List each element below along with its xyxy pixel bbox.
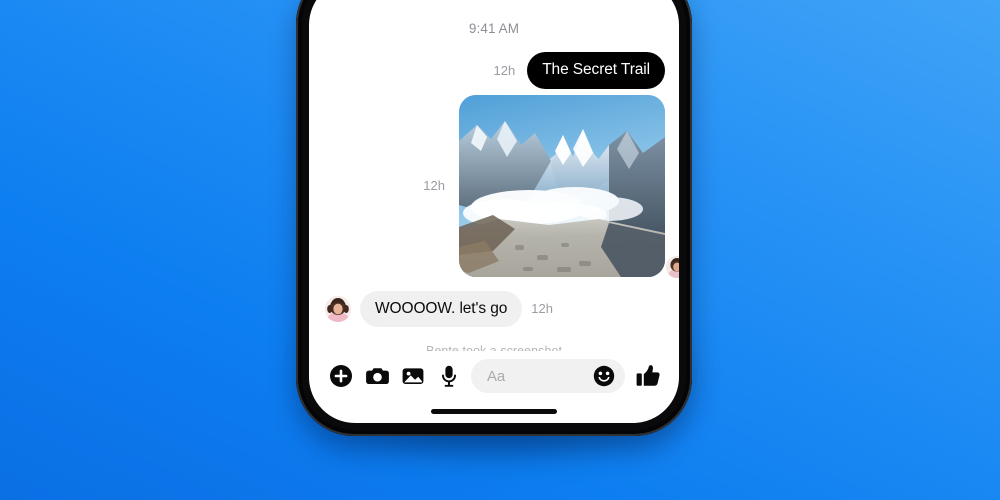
phone-device-frame: 9:41 AM 12h The Secret Trail 12h WOOOOW.… (296, 0, 692, 436)
home-indicator (431, 409, 557, 414)
read-receipt-avatar-icon (666, 256, 679, 278)
message-timestamp: 12h (493, 62, 516, 78)
conversation-thread[interactable]: 9:41 AM 12h The Secret Trail 12h WOOOOW.… (309, 0, 679, 351)
microphone-icon-glyph (442, 365, 456, 387)
message-bubble-outgoing[interactable]: The Secret Trail (527, 52, 665, 89)
gallery-icon-glyph (402, 368, 424, 384)
screenshot-stage: 9:41 AM 12h The Secret Trail 12h WOOOOW.… (0, 0, 1000, 500)
camera-icon-glyph (365, 368, 389, 384)
message-bubble-incoming[interactable]: WOOOOW. let's go (360, 290, 523, 327)
avatar-image-icon (325, 295, 351, 322)
emoji-icon-glyph (593, 365, 615, 387)
message-row-outgoing-photo[interactable]: 12h (323, 94, 665, 277)
message-input-field[interactable]: Aa (471, 359, 625, 393)
sender-avatar[interactable] (325, 295, 351, 322)
message-row-outgoing-text[interactable]: 12h The Secret Trail (323, 52, 665, 89)
conversation-day-stamp: 9:41 AM (468, 21, 520, 36)
message-row-incoming[interactable]: WOOOOW. let's go 12h (323, 290, 665, 327)
incoming-message-timestamp: 12h (531, 301, 553, 317)
microphone-icon[interactable] (431, 358, 467, 394)
add-icon[interactable] (323, 358, 359, 394)
add-icon-glyph (330, 365, 352, 387)
screenshot-notice: Bente took a screenshot (426, 344, 562, 351)
mountain-photo-icon (459, 94, 665, 277)
gallery-icon[interactable] (395, 358, 431, 394)
read-receipt-avatar[interactable] (666, 256, 679, 278)
message-input-placeholder: Aa (487, 367, 506, 385)
message-composer: Aa (309, 351, 679, 401)
photo-message-timestamp: 12h (423, 178, 445, 193)
thumbs-up-icon[interactable] (631, 358, 665, 394)
thumbs-up-icon-glyph (636, 365, 660, 386)
phone-screen: 9:41 AM 12h The Secret Trail 12h WOOOOW.… (309, 0, 679, 423)
camera-icon[interactable] (359, 358, 395, 394)
message-photo-attachment[interactable] (459, 94, 665, 277)
emoji-icon[interactable] (591, 363, 617, 389)
